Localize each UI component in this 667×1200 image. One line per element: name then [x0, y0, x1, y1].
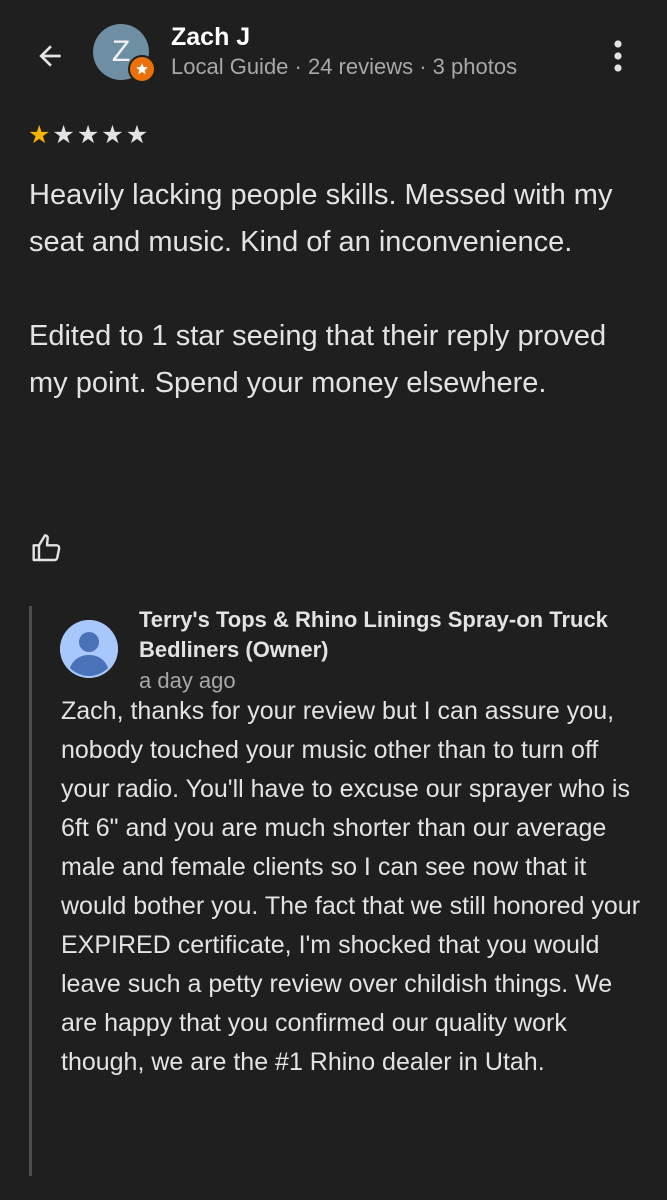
person-avatar-icon [60, 620, 118, 678]
arrow-back-icon [39, 45, 61, 67]
owner-reply-text: Zach, thanks for your review but I can a… [61, 697, 641, 1076]
reviewer-meta: Local Guide · 24 reviews · 3 photos [171, 54, 518, 79]
avatar-letter: Z [111, 35, 131, 68]
star-empty-icon: ★ [52, 120, 75, 149]
local-guide-star-icon [128, 55, 156, 83]
star-empty-icon: ★ [76, 120, 100, 149]
star-empty-icon: ★ [101, 120, 124, 149]
more-vert-icon [614, 40, 622, 72]
reply-divider [29, 606, 32, 1176]
thumbs-up-icon [32, 534, 61, 562]
review-text: Heavily lacking people skills. Messed wi… [29, 179, 613, 399]
owner-avatar [60, 620, 118, 678]
star-empty-icon: ★ [125, 120, 149, 149]
star-rating: ★ ★ ★ ★ ★ [28, 121, 148, 149]
back-button[interactable] [28, 34, 72, 78]
more-options-button[interactable] [600, 34, 636, 78]
star-filled-icon: ★ [28, 120, 51, 149]
owner-name: Terry's Tops & Rhino Linings Spray-on Tr… [139, 607, 608, 662]
review-header: Z Zach J Local Guide · 24 reviews · 3 ph… [0, 0, 667, 110]
like-button[interactable] [27, 528, 67, 568]
reviewer-name[interactable]: Zach J [171, 22, 250, 52]
